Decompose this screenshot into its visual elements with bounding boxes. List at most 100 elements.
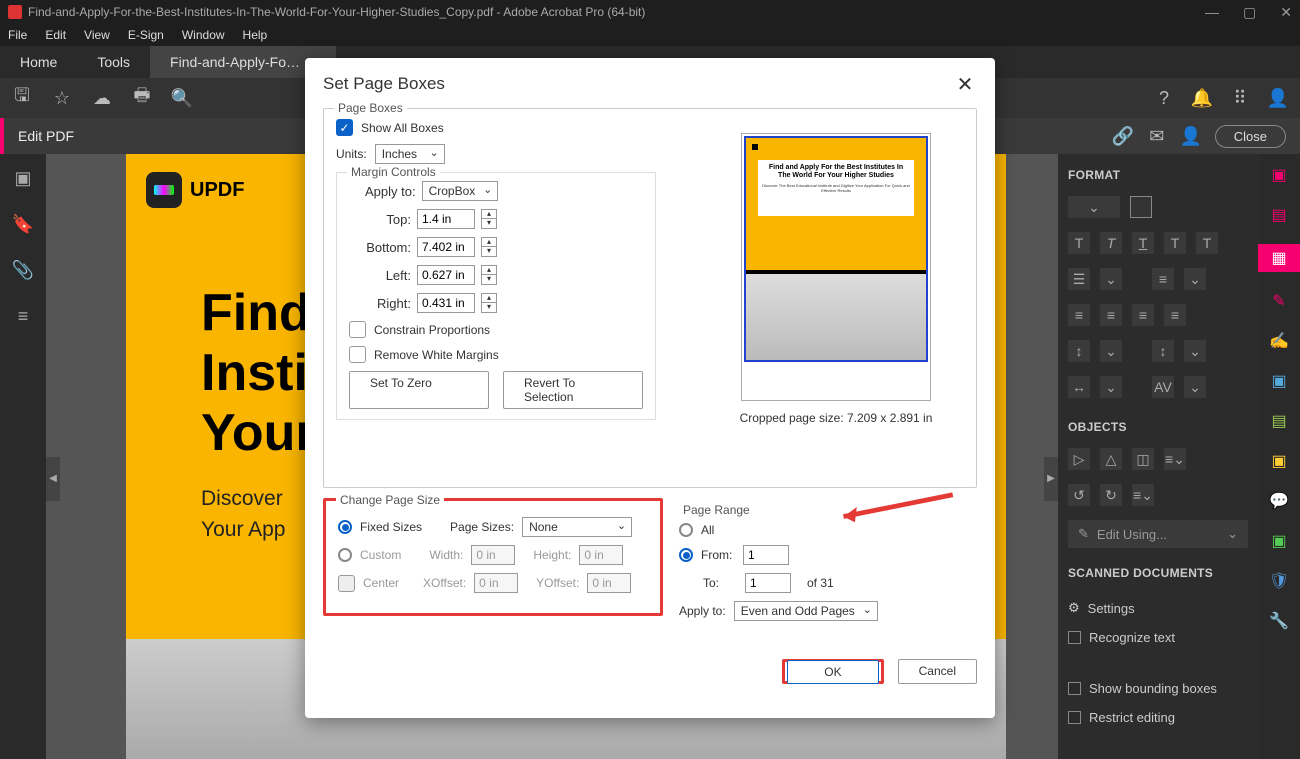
- units-select[interactable]: Inches: [375, 144, 445, 164]
- bell-icon[interactable]: 🔔: [1192, 88, 1212, 108]
- mail-icon[interactable]: ✉: [1147, 126, 1167, 146]
- top-input[interactable]: [417, 209, 475, 229]
- edit-using-button[interactable]: ✎ Edit Using... ⌄: [1068, 520, 1248, 548]
- align-left-icon[interactable]: ≡: [1068, 304, 1090, 326]
- italic-icon[interactable]: T: [1100, 232, 1122, 254]
- custom-radio[interactable]: [338, 548, 352, 562]
- tab-tools[interactable]: Tools: [77, 46, 150, 78]
- rotate-right-icon[interactable]: ↻: [1100, 484, 1122, 506]
- flip-h-icon[interactable]: ▷: [1068, 448, 1090, 470]
- print-icon[interactable]: 🖶: [132, 88, 152, 108]
- menu-help[interactable]: Help: [243, 28, 268, 42]
- horizontal-scale-icon[interactable]: ↔: [1068, 376, 1090, 398]
- recognize-checkbox[interactable]: [1068, 631, 1081, 644]
- sign-icon[interactable]: ✎: [1268, 290, 1290, 312]
- numlist-dropdown-icon[interactable]: ⌄: [1184, 268, 1206, 290]
- layers-icon[interactable]: ≡: [13, 306, 33, 326]
- organize-icon[interactable]: ▤: [1268, 410, 1290, 432]
- crop-icon[interactable]: ◫: [1132, 448, 1154, 470]
- top-spinner[interactable]: ▴▾: [481, 209, 497, 229]
- bullet-list-icon[interactable]: ☰: [1068, 268, 1090, 290]
- ok-button[interactable]: OK: [787, 660, 878, 684]
- tab-home[interactable]: Home: [0, 46, 77, 78]
- dialog-close-icon[interactable]: ✕: [953, 72, 977, 96]
- constrain-checkbox[interactable]: ✓: [349, 321, 366, 338]
- align-objects-icon[interactable]: ≡⌄: [1132, 484, 1154, 506]
- remove-white-checkbox[interactable]: ✓: [349, 346, 366, 363]
- superscript-icon[interactable]: T: [1164, 232, 1186, 254]
- create-pdf-icon[interactable]: ▣: [1268, 164, 1290, 186]
- from-input[interactable]: [743, 545, 789, 565]
- send-comment-icon[interactable]: ▣: [1268, 450, 1290, 472]
- user-share-icon[interactable]: 👤: [1181, 126, 1201, 146]
- more-tools-icon[interactable]: 🔧: [1268, 610, 1290, 632]
- menu-view[interactable]: View: [84, 28, 110, 42]
- align-justify-icon[interactable]: ≡: [1164, 304, 1186, 326]
- arrange-icon[interactable]: ≡⌄: [1164, 448, 1186, 470]
- bottom-input[interactable]: [417, 237, 475, 257]
- apps-icon[interactable]: ⠿: [1230, 88, 1250, 108]
- menu-edit[interactable]: Edit: [45, 28, 66, 42]
- minimize-icon[interactable]: —: [1205, 4, 1219, 21]
- rotate-left-icon[interactable]: ↺: [1068, 484, 1090, 506]
- expand-left-icon[interactable]: ◀: [46, 457, 60, 501]
- fixed-sizes-radio[interactable]: [338, 520, 352, 534]
- protect-icon[interactable]: 🛡: [1268, 570, 1290, 592]
- menu-file[interactable]: File: [8, 28, 27, 42]
- align-center-icon[interactable]: ≡: [1100, 304, 1122, 326]
- bookmark-icon[interactable]: 🔖: [13, 214, 33, 234]
- spacing-dropdown-icon[interactable]: ⌄: [1100, 340, 1122, 362]
- font-dropdown-icon[interactable]: ⌄: [1068, 196, 1120, 218]
- combine-icon[interactable]: ▤: [1268, 204, 1290, 226]
- thumbnails-icon[interactable]: ▣: [13, 168, 33, 188]
- left-spinner[interactable]: ▴▾: [481, 265, 497, 285]
- flip-v-icon[interactable]: △: [1100, 448, 1122, 470]
- close-window-icon[interactable]: ✕: [1280, 4, 1292, 21]
- cancel-button[interactable]: Cancel: [898, 659, 977, 684]
- range-apply-to-select[interactable]: Even and Odd Pages: [734, 601, 878, 621]
- revert-button[interactable]: Revert To Selection: [503, 371, 643, 409]
- menu-esign[interactable]: E-Sign: [128, 28, 164, 42]
- cloud-icon[interactable]: ☁: [92, 88, 112, 108]
- left-input[interactable]: [417, 265, 475, 285]
- underline-icon[interactable]: T: [1132, 232, 1154, 254]
- help-icon[interactable]: ?: [1154, 88, 1174, 108]
- subscript-icon[interactable]: T: [1196, 232, 1218, 254]
- para-dropdown-icon[interactable]: ⌄: [1184, 340, 1206, 362]
- hscale-dropdown-icon[interactable]: ⌄: [1100, 376, 1122, 398]
- edit-pdf-icon[interactable]: ▦: [1258, 244, 1300, 272]
- expand-right-icon[interactable]: ▶: [1044, 457, 1058, 501]
- list-dropdown-icon[interactable]: ⌄: [1100, 268, 1122, 290]
- bounding-checkbox[interactable]: [1068, 682, 1081, 695]
- color-swatch[interactable]: [1130, 196, 1152, 218]
- line-spacing-icon[interactable]: ↕: [1068, 340, 1090, 362]
- settings-button[interactable]: ⚙ Settings: [1068, 600, 1248, 616]
- bottom-spinner[interactable]: ▴▾: [481, 237, 497, 257]
- paragraph-spacing-icon[interactable]: ↕: [1152, 340, 1174, 362]
- from-radio[interactable]: [679, 548, 693, 562]
- comment-icon[interactable]: 💬: [1268, 490, 1290, 512]
- search-icon[interactable]: 🔍: [172, 88, 192, 108]
- star-icon[interactable]: ☆: [52, 88, 72, 108]
- page-sizes-select[interactable]: None: [522, 517, 632, 537]
- scan-icon[interactable]: ▣: [1268, 530, 1290, 552]
- maximize-icon[interactable]: ▢: [1243, 4, 1256, 21]
- align-right-icon[interactable]: ≡: [1132, 304, 1154, 326]
- link-icon[interactable]: 🔗: [1113, 126, 1133, 146]
- right-input[interactable]: [417, 293, 475, 313]
- attachment-icon[interactable]: 📎: [13, 260, 33, 280]
- numbered-list-icon[interactable]: ≡: [1152, 268, 1174, 290]
- set-to-zero-button[interactable]: Set To Zero: [349, 371, 489, 409]
- char-spacing-icon[interactable]: AV: [1152, 376, 1174, 398]
- right-spinner[interactable]: ▴▾: [481, 293, 497, 313]
- char-dropdown-icon[interactable]: ⌄: [1184, 376, 1206, 398]
- close-panel-button[interactable]: Close: [1215, 125, 1286, 148]
- export-icon[interactable]: ▣: [1268, 370, 1290, 392]
- show-all-boxes-checkbox[interactable]: ✓: [336, 119, 353, 136]
- text-t-icon[interactable]: T: [1068, 232, 1090, 254]
- menu-window[interactable]: Window: [182, 28, 225, 42]
- to-input[interactable]: [745, 573, 791, 593]
- restrict-checkbox[interactable]: [1068, 711, 1081, 724]
- signature-icon[interactable]: ✍: [1268, 330, 1290, 352]
- account-icon[interactable]: 👤: [1268, 88, 1288, 108]
